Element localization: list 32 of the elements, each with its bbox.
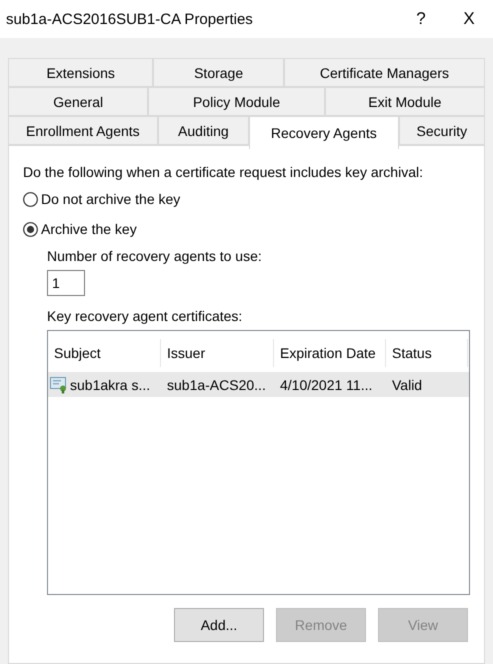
tab[interactable]: Extensions xyxy=(8,58,154,87)
tab[interactable]: Auditing xyxy=(158,116,249,145)
table-cell-text: sub1a-ACS20... xyxy=(166,376,267,392)
tab[interactable]: Storage xyxy=(153,58,284,87)
radio-option[interactable]: Do not archive the key xyxy=(23,188,180,210)
help-button[interactable]: ? xyxy=(397,2,445,36)
list-label: Key recovery agent certificates: xyxy=(47,308,244,324)
tab[interactable]: Security xyxy=(398,116,485,145)
window-title: sub1a-ACS2016SUB1-CA Properties xyxy=(6,10,254,28)
radio-option[interactable]: Archive the key xyxy=(23,218,137,240)
list-row[interactable]: sub1akra s... sub1a-ACS20... 4/10/2021 11... Valid xyxy=(48,372,469,397)
field-label: Number of recovery agents to use: xyxy=(47,248,263,264)
radio-button[interactable] xyxy=(23,222,38,236)
column-header[interactable]: Issuer xyxy=(161,339,274,367)
prompt-text: Do the following when a certificate request includes key archival: xyxy=(23,164,424,180)
tab[interactable]: Certificate Managers xyxy=(284,58,485,87)
tab[interactable]: Recovery Agents xyxy=(248,116,399,149)
certificate-icon xyxy=(50,376,68,394)
table-cell-text: Valid xyxy=(391,376,424,392)
column-header[interactable]: Expiration Date xyxy=(274,339,386,367)
close-button[interactable]: X xyxy=(445,2,493,36)
tab[interactable]: Exit Module xyxy=(324,87,485,116)
tab[interactable]: Enrollment Agents xyxy=(8,116,158,145)
table-cell-text: 4/10/2021 11... xyxy=(279,376,374,392)
column-header[interactable]: Subject xyxy=(48,339,161,367)
input-field[interactable]: 1 xyxy=(47,270,85,296)
table-cell: sub1akra s... xyxy=(70,376,150,392)
dialog-button[interactable]: Add... xyxy=(174,608,264,642)
tab[interactable]: Policy Module xyxy=(148,87,325,116)
column-header[interactable]: Status xyxy=(386,339,468,367)
tab[interactable]: General xyxy=(8,87,148,116)
radio-button[interactable] xyxy=(23,192,38,206)
